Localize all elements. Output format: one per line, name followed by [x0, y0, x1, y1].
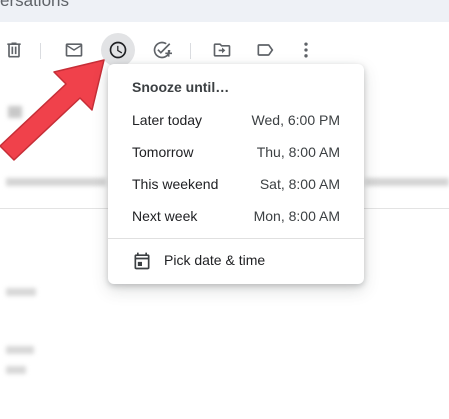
- snooze-option-next-week[interactable]: Next week Mon, 8:00 AM: [108, 200, 364, 232]
- snooze-option-label: Tomorrow: [132, 144, 194, 160]
- snooze-menu-title: Snooze until…: [132, 79, 230, 95]
- blurred-body-text: [6, 346, 34, 354]
- search-bar[interactable]: ersations: [0, 0, 449, 22]
- pick-date-time-button[interactable]: Pick date & time: [108, 244, 364, 276]
- pick-date-time-label: Pick date & time: [164, 252, 266, 268]
- blurred-sender-line: [365, 178, 449, 186]
- snooze-option-label: This weekend: [132, 176, 219, 192]
- blurred-body-text: [6, 366, 26, 374]
- snooze-option-time: Mon, 8:00 AM: [253, 208, 340, 224]
- blurred-body-text: [6, 288, 36, 296]
- calendar-icon: [134, 252, 150, 270]
- snooze-menu: Snooze until… Later today Wed, 6:00 PM T…: [108, 64, 364, 284]
- add-task-icon[interactable]: [148, 36, 176, 64]
- snooze-option-time: Sat, 8:00 AM: [259, 176, 340, 192]
- snooze-option-label: Next week: [132, 208, 198, 224]
- menu-divider: [108, 238, 364, 239]
- toolbar-divider: [190, 43, 191, 59]
- snooze-option-tomorrow[interactable]: Tomorrow Thu, 8:00 AM: [108, 136, 364, 168]
- more-vert-icon[interactable]: [292, 36, 320, 64]
- snooze-option-this-weekend[interactable]: This weekend Sat, 8:00 AM: [108, 168, 364, 200]
- snooze-option-later-today[interactable]: Later today Wed, 6:00 PM: [108, 104, 364, 136]
- snooze-option-time: Thu, 8:00 AM: [256, 144, 340, 160]
- move-to-icon[interactable]: [208, 36, 236, 64]
- search-text: ersations: [0, 0, 69, 10]
- label-icon[interactable]: [251, 36, 279, 64]
- snooze-option-time: Wed, 6:00 PM: [251, 112, 340, 128]
- snooze-option-label: Later today: [132, 112, 203, 128]
